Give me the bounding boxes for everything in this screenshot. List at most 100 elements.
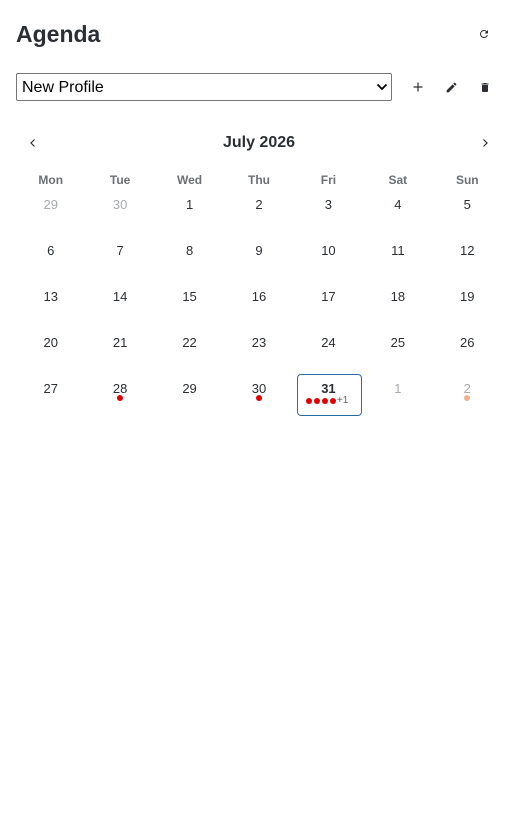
day-number: 11: [391, 243, 405, 258]
event-dot: [321, 398, 328, 404]
day-number: 8: [185, 243, 194, 258]
day-number: 15: [182, 289, 197, 304]
calendar-day[interactable]: 1: [155, 190, 224, 236]
calendar-day[interactable]: 17: [294, 282, 363, 328]
refresh-button[interactable]: [474, 24, 494, 44]
day-number: 3: [324, 197, 333, 212]
weekday-sun: Sun: [455, 173, 479, 187]
day-number: 9: [255, 243, 263, 258]
edit-profile-button[interactable]: [441, 77, 461, 97]
calendar-day[interactable]: 8: [155, 236, 224, 282]
day-number: 26: [460, 335, 475, 350]
calendar-day[interactable]: 9: [224, 236, 293, 282]
calendar-day[interactable]: 2: [224, 190, 293, 236]
calendar-day[interactable]: 13: [16, 282, 85, 328]
header: Agenda: [16, 18, 502, 50]
profile-row: New Profile: [16, 73, 502, 101]
day-number: 1: [394, 381, 402, 396]
month-label: July 2026: [222, 134, 296, 151]
calendar-day[interactable]: 6: [16, 236, 85, 282]
weekday-tue: Tue: [109, 173, 131, 187]
day-number: 24: [321, 335, 336, 350]
weekday-mon: Mon: [38, 173, 64, 187]
calendar-day[interactable]: 29: [16, 190, 85, 236]
day-number: 30: [112, 197, 128, 212]
event-dot: [305, 398, 312, 404]
calendar-day[interactable]: 28: [85, 374, 154, 420]
day-number: 16: [251, 289, 267, 304]
delete-profile-button[interactable]: [475, 77, 495, 97]
day-number: 21: [112, 335, 128, 350]
calendar-day[interactable]: 12: [433, 236, 502, 282]
event-dot: [255, 395, 262, 401]
calendar-day[interactable]: 24: [294, 328, 363, 374]
day-number: 14: [112, 289, 128, 304]
calendar-day[interactable]: 4: [363, 190, 432, 236]
calendar-day[interactable]: 30: [85, 190, 154, 236]
calendar-day[interactable]: 26: [433, 328, 502, 374]
plus-icon: [413, 82, 423, 92]
calendar-day[interactable]: 27: [16, 374, 85, 420]
calendar-day[interactable]: 2: [433, 374, 502, 420]
calendar-day[interactable]: 5: [433, 190, 502, 236]
day-number: 20: [43, 335, 58, 350]
day-number: 2: [463, 381, 471, 396]
day-number: 22: [182, 335, 197, 350]
day-number: 6: [47, 243, 55, 258]
calendar-day[interactable]: 30: [224, 374, 293, 420]
day-number: 30: [251, 381, 267, 396]
add-profile-button[interactable]: [408, 77, 428, 97]
calendar-day[interactable]: 23: [224, 328, 293, 374]
event-dot: [329, 398, 336, 404]
calendar-day[interactable]: 19: [433, 282, 502, 328]
day-number: 10: [321, 243, 336, 258]
day-number: 31: [321, 381, 336, 396]
refresh-icon: [479, 29, 488, 38]
more-events-count: +1: [336, 395, 349, 406]
calendar-day[interactable]: 15: [155, 282, 224, 328]
calendar-grid: 29 30 1 2 3 4 5 6 7 8 9 10 11 12 13 14 15 16 17 18 19 20 21 22 2…: [16, 190, 502, 420]
calendar-day[interactable]: 7: [85, 236, 154, 282]
pencil-icon: [446, 82, 456, 92]
weekday-thu: Thu: [247, 173, 270, 187]
trash-icon: [481, 82, 489, 92]
chevron-right-icon: [483, 139, 488, 147]
event-dot: [313, 398, 320, 404]
calendar-day-selected[interactable]: 31 +1: [294, 374, 363, 420]
day-number: 7: [116, 243, 124, 258]
day-number: 2: [255, 197, 263, 212]
day-number: 4: [394, 197, 402, 212]
day-number: 5: [463, 197, 471, 212]
day-number: 27: [43, 381, 58, 396]
day-number: 25: [390, 335, 406, 350]
weekday-header: Mon Tue Wed Thu Fri Sat Sun: [16, 170, 502, 190]
day-number: 1: [185, 197, 194, 212]
event-dot: [117, 395, 124, 401]
day-number: 18: [390, 289, 406, 304]
day-number: 19: [460, 289, 475, 304]
weekday-wed: Wed: [177, 173, 203, 187]
day-number: 28: [112, 381, 128, 396]
profile-select[interactable]: New Profile: [16, 73, 392, 101]
calendar-day[interactable]: 11: [363, 236, 432, 282]
day-number: 13: [43, 289, 58, 304]
calendar-day[interactable]: 14: [85, 282, 154, 328]
calendar-day[interactable]: 1: [363, 374, 432, 420]
calendar-day[interactable]: 16: [224, 282, 293, 328]
calendar-day[interactable]: 25: [363, 328, 432, 374]
weekday-fri: Fri: [320, 173, 337, 187]
calendar-day[interactable]: 20: [16, 328, 85, 374]
day-number: 23: [251, 335, 267, 350]
day-number: 12: [460, 243, 475, 258]
calendar-day[interactable]: 10: [294, 236, 363, 282]
calendar-day[interactable]: 22: [155, 328, 224, 374]
calendar-day[interactable]: 29: [155, 374, 224, 420]
month-navigation: July 2026: [16, 130, 502, 156]
day-number: 17: [321, 289, 336, 304]
event-dot: [464, 395, 471, 401]
page-title: Agenda: [16, 21, 101, 47]
calendar-day[interactable]: 21: [85, 328, 154, 374]
calendar-day[interactable]: 3: [294, 190, 363, 236]
next-month-button[interactable]: [475, 133, 495, 153]
calendar-day[interactable]: 18: [363, 282, 432, 328]
